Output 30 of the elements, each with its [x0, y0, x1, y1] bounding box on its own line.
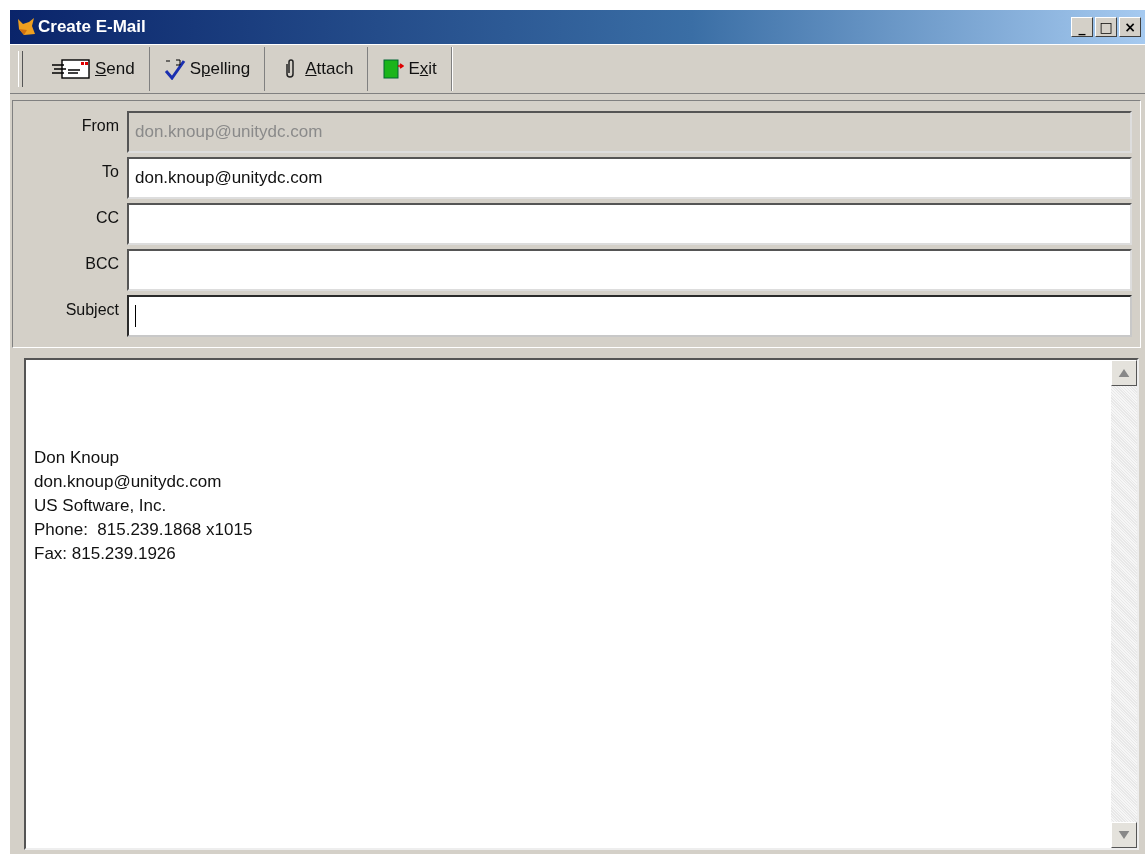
spell-check-icon [163, 58, 186, 80]
exit-button[interactable]: Exit [368, 47, 452, 91]
scroll-up-icon[interactable] [1111, 360, 1137, 386]
field-label: To [101, 162, 120, 181]
field-label: CC [94, 208, 120, 227]
scroll-down-icon[interactable] [1111, 822, 1137, 848]
message-body[interactable]: Don Knoup don.knoup@unitydc.com US Software, Inc. Phone: 815.239.1868 x1015 Fax: 815.239.1926 [24, 358, 1139, 850]
maximize-button[interactable]: □ [1095, 17, 1117, 37]
door-icon [382, 58, 405, 80]
body-line: Fax: 815.239.1926 [34, 543, 177, 565]
input-field[interactable] [127, 295, 1132, 337]
field-label: BCC [84, 254, 120, 273]
envelope-icon [51, 58, 91, 80]
text-cursor [135, 305, 136, 327]
minimize-button[interactable]: _ [1071, 17, 1093, 37]
body-line: Don Knoup [34, 447, 121, 469]
body-line: don.knoup@unitydc.com [34, 471, 223, 493]
fox-icon [16, 17, 36, 37]
body-line: US Software, Inc. [34, 495, 168, 517]
close-button[interactable]: × [1119, 17, 1141, 37]
scroll-bar[interactable] [1111, 360, 1137, 848]
input-field[interactable] [127, 249, 1132, 291]
window-title: Create E-Mail [38, 17, 146, 37]
spelling-button[interactable]: Spelling [149, 47, 266, 91]
field-label: From [80, 116, 120, 135]
body-line: Phone: 815.239.1868 x1015 [34, 519, 254, 541]
field-label: Subject [64, 300, 120, 319]
input-field[interactable]: don.knoup@unitydc.com [127, 157, 1132, 199]
attach-button[interactable]: Attach [265, 47, 369, 91]
input-field[interactable] [127, 203, 1132, 245]
